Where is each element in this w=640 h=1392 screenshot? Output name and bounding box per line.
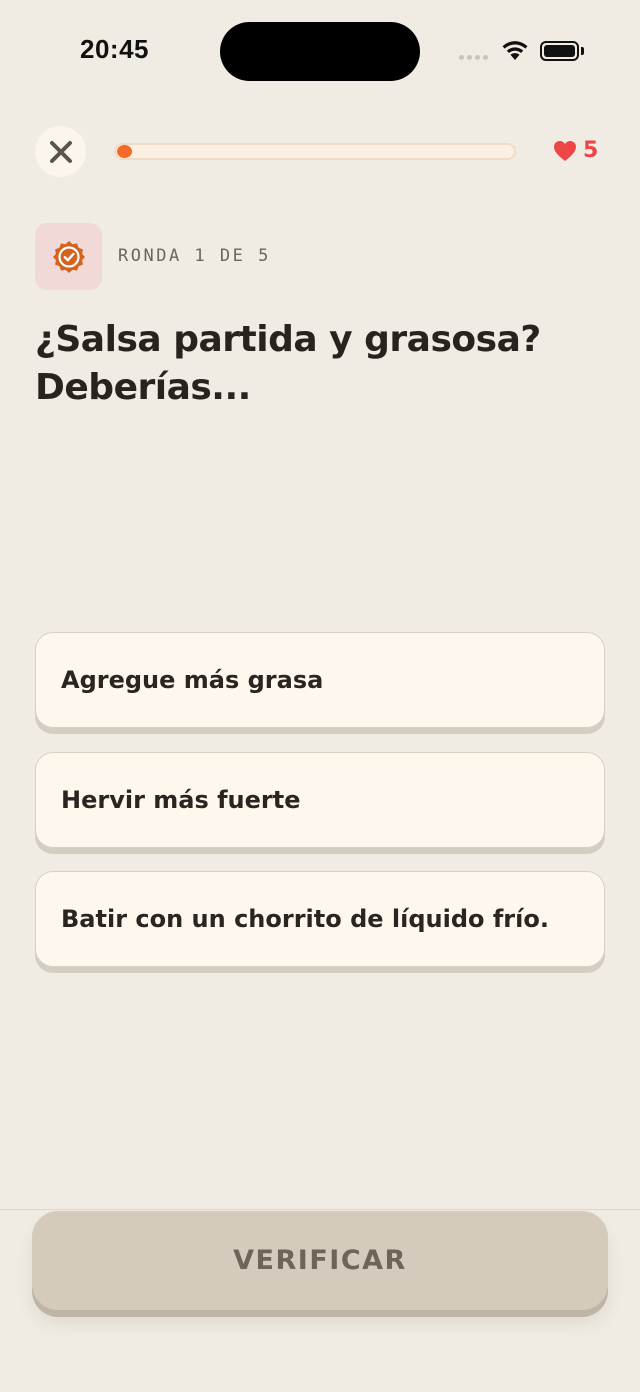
- round-icon-box: [35, 223, 102, 290]
- progress-fill: [117, 145, 132, 158]
- progress-bar: [114, 143, 516, 160]
- heart-icon: [554, 140, 576, 161]
- footer-divider: [0, 1209, 640, 1210]
- lives-counter: 5: [553, 138, 598, 163]
- answer-option-2[interactable]: Hervir más fuerte: [35, 752, 605, 848]
- answer-option-1[interactable]: Agregue más grasa: [35, 632, 605, 728]
- hearts-count: 5: [583, 138, 599, 163]
- close-x-icon: [49, 140, 72, 163]
- quiz-screen: 20:45 5 RONDA 1 DE 5 ¿Salsa partida y gr…: [0, 0, 640, 1392]
- answer-option-3[interactable]: Batir con un chorrito de líquido frío.: [35, 871, 605, 967]
- dynamic-island: [220, 22, 420, 81]
- battery-tip: [581, 47, 584, 55]
- verify-button-label: VERIFICAR: [233, 1245, 407, 1276]
- wifi-icon: [502, 41, 528, 60]
- close-button[interactable]: [35, 126, 86, 177]
- question-text: ¿Salsa partida y grasosa? Deberías...: [35, 319, 541, 408]
- answer-option-label: Agregue más grasa: [61, 666, 324, 694]
- status-time: 20:45: [80, 34, 149, 64]
- round-label: RONDA 1 DE 5: [118, 246, 271, 266]
- verified-badge-icon: [52, 240, 85, 273]
- answer-option-label: Batir con un chorrito de líquido frío.: [61, 905, 549, 933]
- answer-option-label: Hervir más fuerte: [61, 786, 301, 814]
- cellular-signal-icon: [459, 55, 488, 60]
- battery-icon: [540, 41, 579, 61]
- verify-button[interactable]: VERIFICAR: [32, 1211, 608, 1310]
